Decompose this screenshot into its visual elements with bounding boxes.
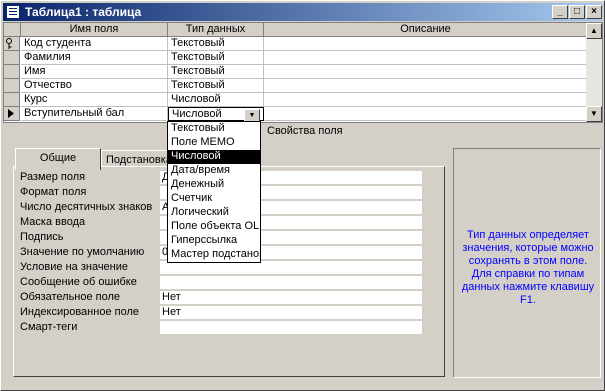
minimize-button[interactable]: _ [552,5,568,19]
field-name-cell[interactable]: Отчество [21,79,168,93]
property-label: Сообщение об ошибке [20,276,137,288]
property-value-validation-text[interactable] [160,276,422,289]
title-bar: Таблица1 : таблица _ □ × [3,3,603,21]
row-selector[interactable] [4,93,20,107]
row-selector[interactable] [4,79,20,93]
dropdown-option[interactable]: Поле MEMO [168,136,260,150]
close-button[interactable]: × [586,5,602,19]
field-name-cell[interactable]: Вступительный бал [21,107,168,121]
property-value-indexed[interactable]: Нет [160,306,422,319]
maximize-button[interactable]: □ [569,5,585,19]
property-label: Индексированное поле [20,306,139,318]
dropdown-option-selected[interactable]: Числовой [168,150,260,164]
field-name-cell[interactable]: Фамилия [21,51,168,65]
property-label: Размер поля [20,171,86,183]
help-text: Тип данных определяет значения, которые … [461,229,595,306]
row-selector[interactable] [4,65,20,79]
description-cell[interactable] [264,65,588,79]
property-label: Формат поля [20,186,87,198]
dropdown-option[interactable]: Счетчик [168,192,260,206]
dropdown-option[interactable]: Мастер подстановок... [168,248,260,262]
field-name-cell[interactable]: Код студента [21,37,168,51]
table-design-window: Таблица1 : таблица _ □ × Имя поля Тип да… [0,0,605,391]
dropdown-option[interactable]: Дата/время [168,164,260,178]
property-label: Маска ввода [20,216,86,228]
property-value-smart-tags[interactable] [160,321,422,334]
data-type-cell[interactable]: Текстовый [168,79,264,93]
description-cell[interactable] [264,37,588,51]
tab-general[interactable]: Общие [15,148,101,170]
property-value-required[interactable]: Нет [160,291,422,304]
property-label: Число десятичных знаков [20,201,153,213]
scroll-down-icon[interactable]: ▼ [586,106,602,122]
table-icon [6,5,20,19]
description-cell[interactable] [264,51,588,65]
description-cell[interactable] [264,107,588,121]
row-selector[interactable] [4,51,20,65]
window-title: Таблица1 : таблица [25,5,142,19]
data-type-cell[interactable]: Текстовый [168,65,264,79]
dropdown-option[interactable]: Логический [168,206,260,220]
grid-corner [4,23,21,37]
current-row-arrow-icon [8,109,14,118]
dropdown-option[interactable]: Текстовый [168,122,260,136]
property-label: Подпись [20,231,64,243]
row-selector[interactable] [4,37,20,51]
col-header-data-type[interactable]: Тип данных [168,23,264,37]
description-cell[interactable] [264,93,588,107]
dropdown-option[interactable]: Гиперссылка [168,234,260,248]
data-type-cell[interactable]: Текстовый [168,37,264,51]
property-label: Условие на значение [20,261,129,273]
data-type-cell[interactable]: Числовой [168,93,264,107]
col-header-description[interactable]: Описание [264,23,588,37]
data-type-cell[interactable]: Текстовый [168,51,264,65]
col-header-field-name[interactable]: Имя поля [21,23,168,37]
property-label: Смарт-теги [20,321,78,333]
help-panel: Тип данных определяет значения, которые … [453,148,601,378]
property-label: Значение по умолчанию [20,246,145,258]
dropdown-option[interactable]: Поле объекта OLE [168,220,260,234]
dropdown-option[interactable]: Денежный [168,178,260,192]
field-name-cell[interactable]: Курс [21,93,168,107]
scroll-up-icon[interactable]: ▲ [586,23,602,39]
row-selector-current[interactable] [4,107,20,121]
property-label: Обязательное поле [20,291,121,303]
field-grid: Имя поля Тип данных Описание Код студент… [3,22,603,123]
field-name-cell[interactable]: Имя [21,65,168,79]
primary-key-icon [6,38,12,49]
grid-vertical-scrollbar[interactable]: ▲ ▼ [586,23,602,122]
data-type-dropdown[interactable]: Текстовый Поле MEMO Числовой Дата/время … [167,121,261,263]
field-properties-title: Свойства поля [267,125,343,137]
description-cell[interactable] [264,79,588,93]
